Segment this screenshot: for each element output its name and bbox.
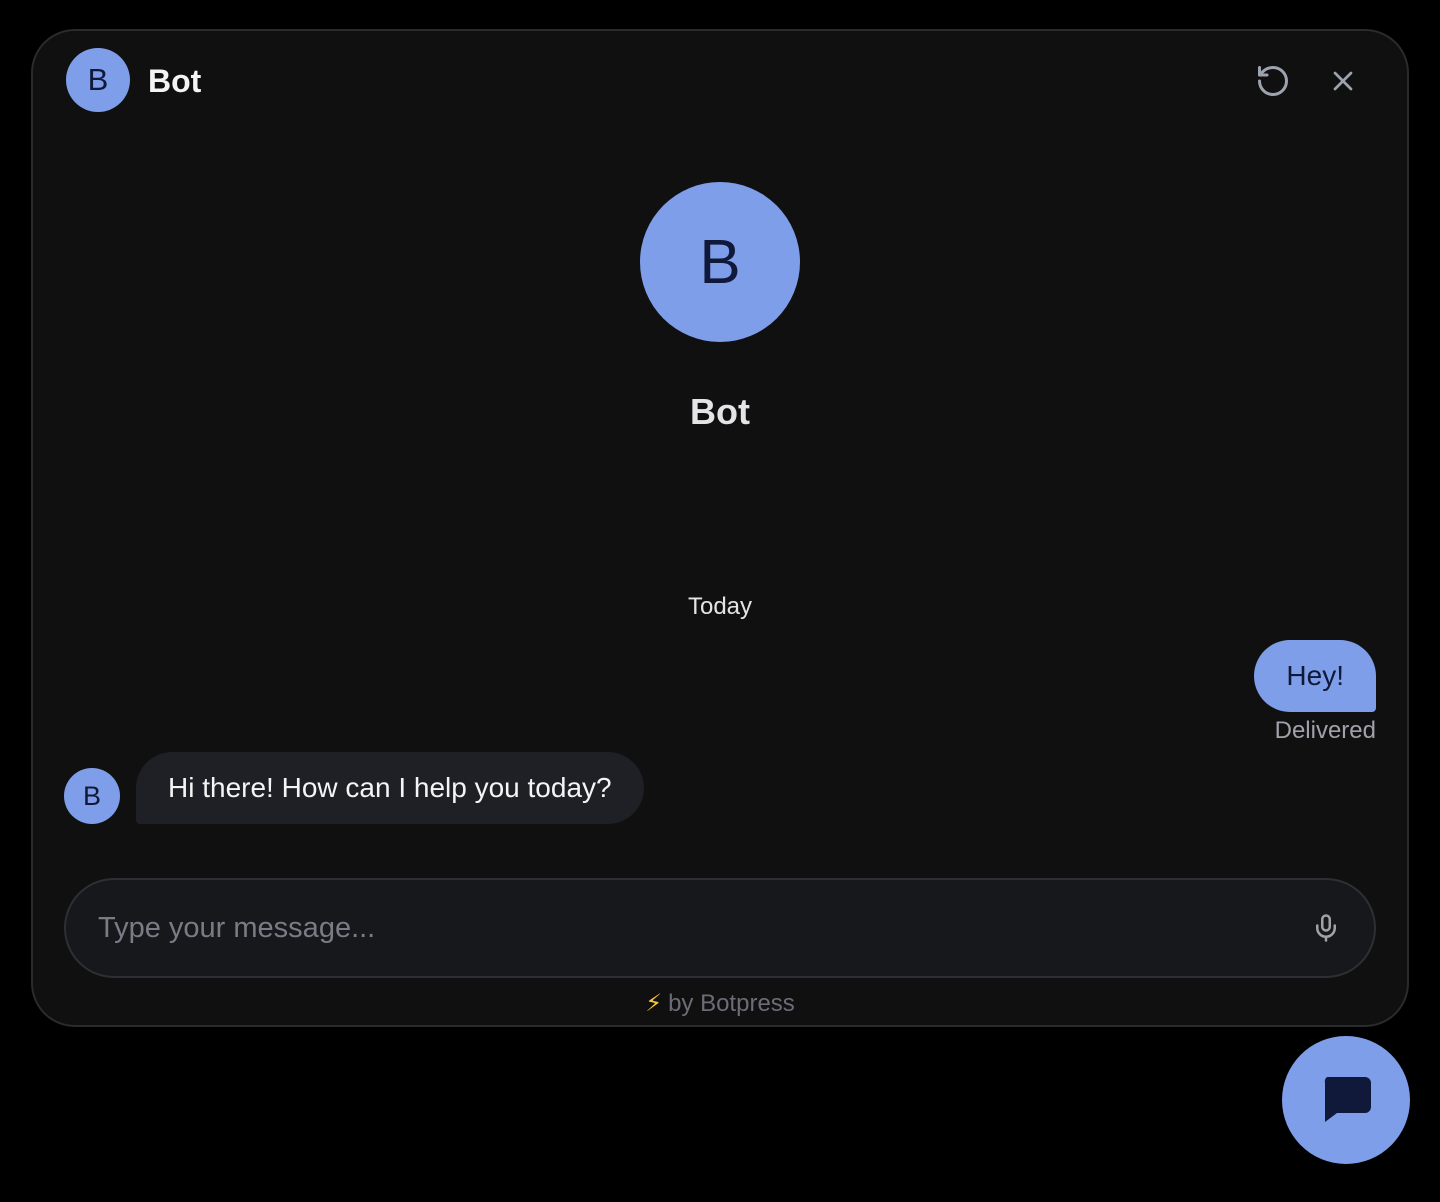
chat-header: B Bot (33, 31, 1407, 131)
bot-profile-name: Bot (690, 391, 750, 432)
message-input[interactable] (98, 904, 1278, 952)
refresh-button[interactable] (1253, 61, 1293, 101)
chat-window: B Bot B Bot Today Hey! Delivered B Hi th… (31, 29, 1409, 1027)
message-status: Delivered (1274, 717, 1376, 744)
bot-profile-avatar: B (640, 182, 800, 342)
message-composer (64, 878, 1376, 978)
header-title: Bot (148, 63, 202, 99)
powered-by-text: by Botpress (668, 990, 795, 1017)
refresh-icon (1258, 66, 1288, 96)
chat-launcher-button[interactable] (1282, 1036, 1410, 1164)
chat-bubble-icon (1324, 1077, 1371, 1122)
close-icon (1333, 71, 1353, 91)
close-button[interactable] (1323, 61, 1363, 101)
bot-message-bubble: Hi there! How can I help you today? (136, 752, 644, 824)
bolt-icon: ⚡ (645, 990, 663, 1017)
date-divider: Today (687, 593, 753, 620)
user-message-bubble: Hey! (1254, 640, 1376, 712)
header-avatar: B (66, 48, 130, 112)
microphone-button[interactable] (1306, 908, 1346, 948)
microphone-icon (1316, 914, 1336, 942)
bot-message-avatar: B (64, 768, 120, 824)
powered-by-link[interactable]: ⚡ by Botpress (33, 989, 1407, 1018)
